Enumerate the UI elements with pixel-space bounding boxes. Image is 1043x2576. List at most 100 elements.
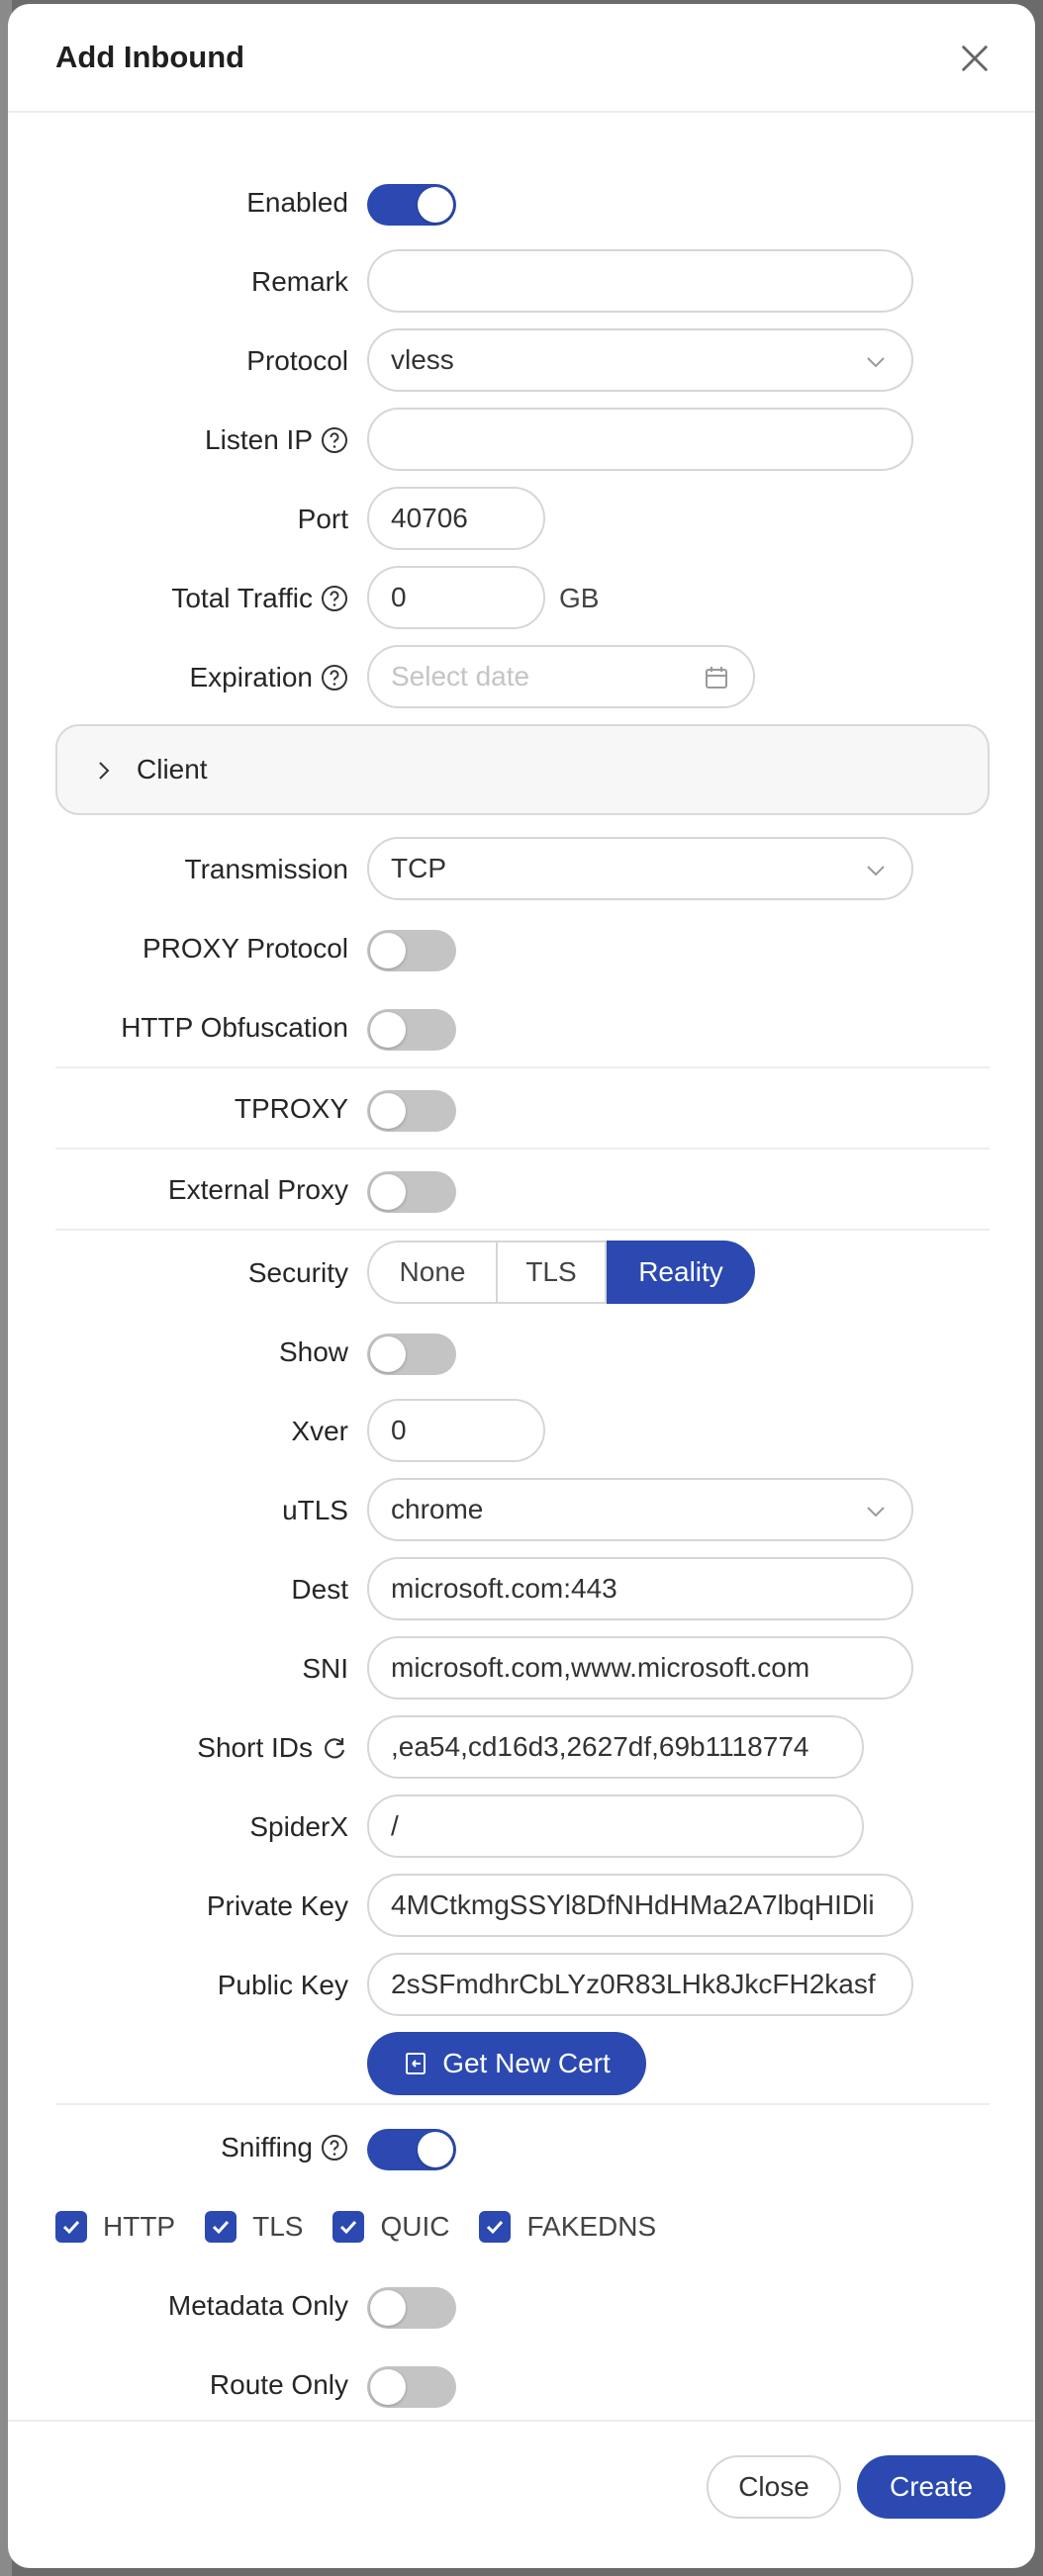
row-expiration: Expiration Select date (8, 645, 1035, 710)
security-option-tls[interactable]: TLS (496, 1241, 607, 1304)
sni-input[interactable]: microsoft.com,www.microsoft.com (367, 1636, 913, 1700)
row-xver: Xver 0 (8, 1399, 1035, 1464)
remark-input[interactable] (367, 249, 913, 313)
dest-input[interactable]: microsoft.com:443 (367, 1557, 913, 1620)
row-dest: Dest microsoft.com:443 (8, 1557, 1035, 1622)
xver-input[interactable]: 0 (367, 1399, 545, 1462)
total-traffic-input[interactable]: 0 (367, 566, 545, 629)
sniffing-switch[interactable] (367, 2129, 456, 2170)
http-obfuscation-switch[interactable] (367, 1009, 456, 1051)
enabled-switch[interactable] (367, 184, 456, 226)
get-new-cert-label: Get New Cert (442, 2048, 611, 2078)
import-icon (406, 2053, 427, 2074)
protocol-label: Protocol (246, 345, 348, 376)
proxy-protocol-label: PROXY Protocol (142, 933, 348, 964)
utls-label: uTLS (282, 1495, 348, 1525)
private-key-label: Private Key (206, 1890, 348, 1921)
help-icon[interactable] (321, 426, 348, 454)
row-sniffing: Sniffing (8, 2115, 1035, 2180)
row-utls: uTLS chrome (8, 1478, 1035, 1543)
refresh-icon[interactable] (321, 1734, 348, 1762)
transmission-select[interactable]: TCP (367, 837, 913, 900)
modal-title: Add Inbound (55, 40, 245, 74)
check-icon (205, 2211, 237, 2243)
transmission-value: TCP (391, 853, 446, 883)
metadata-only-label: Metadata Only (167, 2290, 348, 2321)
help-icon[interactable] (321, 585, 348, 612)
spiderx-label: SpiderX (249, 1811, 348, 1842)
route-only-label: Route Only (209, 2369, 348, 2400)
checkbox-quic[interactable]: QUIC (332, 2211, 449, 2243)
create-button[interactable]: Create (857, 2455, 1005, 2519)
utls-select[interactable]: chrome (367, 1478, 913, 1541)
row-port: Port 40706 (8, 487, 1035, 552)
get-new-cert-button[interactable]: Get New Cert (367, 2032, 646, 2095)
help-icon[interactable] (321, 2134, 348, 2162)
row-spiderx: SpiderX / (8, 1794, 1035, 1860)
utls-value: chrome (391, 1494, 484, 1524)
protocol-select[interactable]: vless (367, 328, 913, 392)
total-traffic-label: Total Traffic (171, 566, 348, 631)
tproxy-label: TPROXY (234, 1093, 348, 1124)
client-collapse[interactable]: Client (55, 724, 990, 815)
row-public-key: Public Key 2sSFmdhrCbLYz0R83LHk8JkcFH2ka… (8, 1953, 1035, 2018)
public-key-label: Public Key (217, 1970, 348, 2000)
row-show: Show (8, 1320, 1035, 1385)
close-icon[interactable] (958, 42, 992, 75)
check-icon (479, 2211, 512, 2243)
tproxy-switch[interactable] (367, 1090, 456, 1132)
sniffing-label: Sniffing (221, 2115, 348, 2180)
row-proxy-protocol: PROXY Protocol (8, 916, 1035, 981)
xver-label: Xver (291, 1416, 348, 1446)
security-segmented: None TLS Reality (367, 1241, 755, 1304)
chevron-down-icon (867, 357, 885, 368)
check-icon (55, 2211, 87, 2243)
show-label: Show (278, 1336, 348, 1367)
row-tproxy: TPROXY (8, 1076, 1035, 1142)
short-ids-input[interactable]: ,ea54,cd16d3,2627df,69b1118774 (367, 1715, 864, 1779)
listen-ip-label: Listen IP (205, 408, 348, 473)
row-external-proxy: External Proxy (8, 1157, 1035, 1223)
external-proxy-switch[interactable] (367, 1171, 456, 1213)
sni-label: SNI (302, 1653, 348, 1684)
help-icon[interactable] (321, 664, 348, 691)
row-security: Security None TLS Reality (8, 1241, 1035, 1306)
divider (55, 1229, 990, 1231)
private-key-input[interactable]: 4MCtkmgSSYl8DfNHdHMa2A7lbqHIDli (367, 1874, 913, 1937)
row-short-ids: Short IDs ,ea54,cd16d3,2627df,69b1118774 (8, 1715, 1035, 1781)
spiderx-input[interactable]: / (367, 1794, 864, 1858)
expiration-placeholder: Select date (391, 661, 530, 691)
proxy-protocol-switch[interactable] (367, 930, 456, 971)
add-inbound-modal: Add Inbound Enabled Remark Protocol vles… (8, 4, 1035, 2568)
listen-ip-input[interactable] (367, 408, 913, 471)
security-option-reality[interactable]: Reality (607, 1241, 755, 1304)
row-protocol: Protocol vless (8, 328, 1035, 394)
sniff-options: HTTP TLS QUIC FAKEDNS (55, 2194, 686, 2259)
chevron-down-icon (867, 1507, 885, 1518)
route-only-switch[interactable] (367, 2366, 456, 2408)
external-proxy-label: External Proxy (167, 1174, 348, 1205)
security-option-none[interactable]: None (367, 1241, 496, 1304)
checkbox-http[interactable]: HTTP (55, 2211, 175, 2243)
chevron-down-icon (867, 866, 885, 876)
metadata-only-switch[interactable] (367, 2287, 456, 2329)
divider (55, 2103, 990, 2105)
remark-label: Remark (250, 266, 348, 297)
row-enabled: Enabled (8, 170, 1035, 235)
expiration-datepicker[interactable]: Select date (367, 645, 755, 708)
row-total-traffic: Total Traffic 0 GB (8, 566, 1035, 631)
port-input[interactable]: 40706 (367, 487, 545, 550)
http-obfuscation-label: HTTP Obfuscation (121, 1012, 348, 1043)
row-private-key: Private Key 4MCtkmgSSYl8DfNHdHMa2A7lbqHI… (8, 1874, 1035, 1939)
traffic-unit: GB (559, 583, 600, 613)
divider (55, 1148, 990, 1150)
checkbox-tls[interactable]: TLS (205, 2211, 303, 2243)
expiration-label: Expiration (189, 645, 348, 710)
chevron-right-icon (99, 762, 110, 780)
close-button[interactable]: Close (707, 2455, 841, 2519)
row-route-only: Route Only (8, 2352, 1035, 2418)
protocol-value: vless (391, 344, 454, 375)
show-switch[interactable] (367, 1334, 456, 1375)
public-key-input[interactable]: 2sSFmdhrCbLYz0R83LHk8JkcFH2kasf (367, 1953, 913, 2016)
checkbox-fakedns[interactable]: FAKEDNS (479, 2211, 656, 2243)
